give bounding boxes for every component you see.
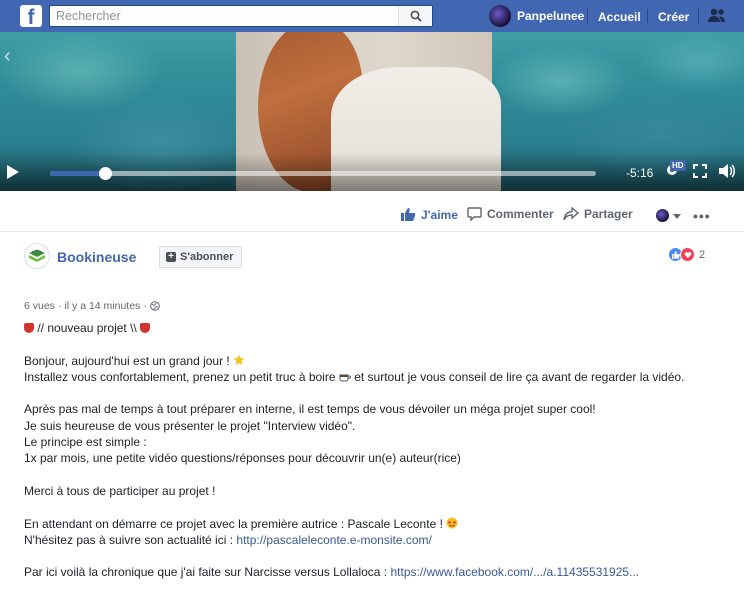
top-navigation-bar: f Panpelunee Accueil Créer bbox=[0, 0, 744, 32]
nav-divider bbox=[647, 9, 648, 23]
play-button[interactable] bbox=[6, 164, 22, 182]
post-line: Installez vous confortablement, prenez u… bbox=[24, 369, 714, 385]
page-name-link[interactable]: Bookineuse bbox=[57, 249, 136, 265]
post-timestamp[interactable]: il y a 14 minutes bbox=[64, 300, 140, 312]
love-reaction-icon bbox=[680, 247, 695, 262]
create-link[interactable]: Créer bbox=[658, 10, 689, 24]
post-line: Je suis heureuse de vous présenter le pr… bbox=[24, 418, 356, 433]
post-line: En attendant on démarre ce projet avec l… bbox=[24, 516, 714, 532]
post-meta: 6 vues · il y a 14 minutes · bbox=[24, 300, 160, 312]
post-line: 1x par mois, une petite vidéo questions/… bbox=[24, 451, 461, 466]
plus-icon: + bbox=[166, 252, 176, 262]
more-options-icon[interactable]: ••• bbox=[693, 208, 711, 224]
friend-requests-icon[interactable] bbox=[707, 7, 727, 30]
post-heading-line: // nouveau projet \\ bbox=[24, 320, 714, 336]
post-line: Par ici voilà la chronique que j'ai fait… bbox=[24, 564, 714, 580]
time-remaining: -5:16 bbox=[626, 166, 654, 180]
post-text: N'hésitez pas à suivre son actualité ici… bbox=[24, 532, 234, 547]
video-progress-fill bbox=[50, 171, 105, 176]
like-button[interactable]: J'aime bbox=[400, 207, 458, 222]
search-box bbox=[49, 5, 433, 27]
post-body: // nouveau projet \\ Bonjour, aujourd'hu… bbox=[24, 320, 714, 581]
reactions-summary[interactable]: 2 bbox=[668, 247, 705, 262]
search-button[interactable] bbox=[398, 6, 432, 26]
video-player[interactable]: ‹ -5:16 HD bbox=[0, 32, 744, 191]
search-input[interactable] bbox=[50, 6, 400, 26]
red-lantern-icon bbox=[24, 323, 34, 333]
profile-link[interactable]: Panpelunee bbox=[489, 5, 584, 27]
nav-divider bbox=[587, 9, 588, 23]
red-lantern-icon bbox=[140, 323, 151, 333]
post-text: et surtout je vous conseil de lire ça av… bbox=[354, 369, 685, 384]
fullscreen-icon[interactable] bbox=[693, 164, 707, 183]
profile-name: Panpelunee bbox=[517, 9, 585, 23]
play-icon bbox=[7, 165, 19, 179]
nav-divider bbox=[698, 9, 699, 23]
like-label: J'aime bbox=[421, 207, 458, 222]
hd-badge: HD bbox=[670, 160, 686, 171]
comment-button[interactable]: Commenter bbox=[467, 207, 554, 221]
post-line: Merci à tous de participer au projet ! bbox=[24, 483, 216, 498]
post-text: En attendant on démarre ce projet avec l… bbox=[24, 516, 443, 531]
post-line: N'hésitez pas à suivre son actualité ici… bbox=[24, 532, 714, 548]
post-line: Le principe est simple : bbox=[24, 435, 147, 450]
video-progress-handle[interactable] bbox=[98, 167, 112, 180]
post-text: Installez vous confortablement, prenez u… bbox=[24, 369, 336, 384]
star-icon bbox=[233, 354, 245, 368]
globe-icon bbox=[150, 301, 160, 311]
subscribe-label: S'abonner bbox=[180, 251, 234, 263]
chevron-left-icon[interactable]: ‹ bbox=[4, 45, 11, 68]
comment-label: Commenter bbox=[487, 207, 554, 221]
post-line: Bonjour, aujourd'hui est un grand jour ! bbox=[24, 353, 714, 369]
thumbs-up-icon bbox=[400, 207, 416, 222]
share-label: Partager bbox=[584, 207, 633, 221]
volume-icon[interactable] bbox=[718, 163, 736, 184]
search-icon bbox=[410, 10, 422, 22]
comment-icon bbox=[467, 207, 482, 221]
facebook-logo-icon[interactable]: f bbox=[20, 5, 42, 27]
divider bbox=[0, 231, 744, 232]
video-progress-bar[interactable] bbox=[50, 167, 596, 180]
reaction-count: 2 bbox=[699, 248, 706, 261]
share-button[interactable]: Partager bbox=[563, 207, 633, 221]
share-icon bbox=[563, 207, 579, 221]
page-avatar[interactable] bbox=[24, 243, 50, 269]
meta-separator: · bbox=[57, 300, 62, 312]
author-website-link[interactable]: http://pascaleleconte.e-monsite.com/ bbox=[236, 533, 431, 547]
meta-separator: · bbox=[143, 300, 147, 312]
post-line: Après pas mal de temps à tout préparer e… bbox=[24, 402, 596, 417]
share-as-avatar[interactable] bbox=[656, 209, 669, 222]
post-heading: // nouveau projet \\ bbox=[37, 321, 137, 335]
home-link[interactable]: Accueil bbox=[598, 10, 641, 24]
review-link[interactable]: https://www.facebook.com/.../a.114355319… bbox=[390, 565, 639, 579]
book-logo-icon bbox=[29, 249, 45, 262]
view-count: 6 vues bbox=[24, 300, 55, 312]
chevron-down-icon[interactable] bbox=[673, 214, 681, 219]
avatar bbox=[489, 5, 511, 27]
star-struck-icon bbox=[446, 517, 458, 531]
subscribe-button[interactable]: + S'abonner bbox=[159, 246, 243, 268]
post-text: Par ici voilà la chronique que j'ai fait… bbox=[24, 565, 388, 580]
post-text: Bonjour, aujourd'hui est un grand jour ! bbox=[24, 353, 230, 368]
hot-beverage-icon bbox=[339, 370, 354, 384]
